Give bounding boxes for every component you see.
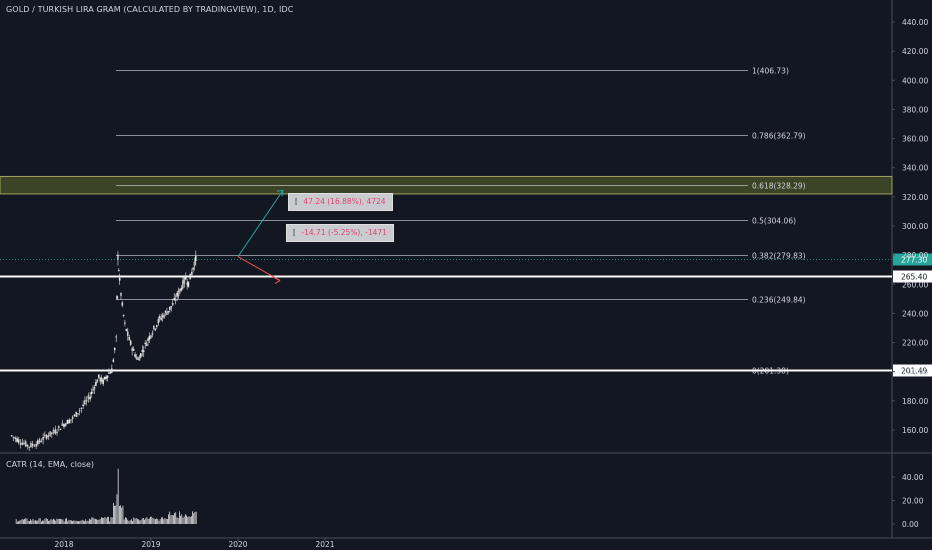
candle-body bbox=[184, 277, 187, 280]
background bbox=[0, 0, 932, 550]
candle-body bbox=[112, 359, 115, 362]
candle-body bbox=[102, 379, 104, 385]
fib-level-label: 1(406.73) bbox=[752, 67, 789, 76]
candle-body bbox=[17, 439, 20, 443]
candle-body bbox=[161, 315, 164, 318]
y-tick-label: 300.00 bbox=[902, 222, 928, 231]
candle-body bbox=[73, 414, 76, 416]
y-tick-label: 220.00 bbox=[902, 339, 928, 348]
candle-body bbox=[59, 428, 62, 430]
candle-body bbox=[195, 255, 197, 262]
x-tick-label: 2021 bbox=[315, 540, 334, 549]
y-tick-label: 260.00 bbox=[902, 280, 928, 289]
candle-body bbox=[132, 349, 135, 351]
candle-body bbox=[169, 306, 171, 311]
candle-body bbox=[116, 295, 118, 299]
candle-body bbox=[28, 446, 31, 448]
measure-down-box[interactable]: ⫿ -14.71 (-5.25%), -1471 bbox=[286, 224, 394, 242]
fib-level-label: 0.236(249.84) bbox=[752, 296, 806, 305]
y-tick-label: 440.00 bbox=[902, 18, 928, 27]
y-tick-label: 320.00 bbox=[902, 193, 928, 202]
fib-level-label: 0.618(328.29) bbox=[752, 182, 806, 191]
candle-body bbox=[164, 311, 167, 313]
y-tick-label: 400.00 bbox=[902, 76, 928, 85]
measure-icon: ⫿ bbox=[295, 197, 298, 206]
x-tick-label: 2019 bbox=[141, 540, 160, 549]
candle-body bbox=[26, 444, 29, 447]
candle-body bbox=[40, 441, 43, 443]
candle-body bbox=[51, 432, 53, 434]
candle-body bbox=[187, 281, 190, 287]
candle-body bbox=[134, 354, 136, 357]
y-tick-label: 160.00 bbox=[902, 426, 928, 435]
candle-body bbox=[90, 391, 93, 394]
candle-body bbox=[140, 353, 142, 358]
candle-body bbox=[109, 372, 112, 374]
indicator-title: CATR (14, EMA, close) bbox=[6, 460, 95, 469]
x-tick-label: 2020 bbox=[228, 540, 247, 549]
candle-body bbox=[66, 419, 69, 425]
candle-body bbox=[129, 340, 132, 345]
candle-body bbox=[16, 438, 18, 442]
candle-body bbox=[89, 396, 91, 400]
chart-title: GOLD / TURKISH LIRA GRAM (CALCULATED BY … bbox=[6, 5, 294, 14]
y-tick-label: 380.00 bbox=[902, 105, 928, 114]
candle-body bbox=[45, 435, 48, 439]
candle-body bbox=[176, 293, 178, 297]
candle-body bbox=[103, 376, 106, 380]
x-tick-label: 2018 bbox=[54, 540, 73, 549]
candle-body bbox=[78, 410, 81, 412]
candle-body bbox=[125, 328, 128, 331]
candle-body bbox=[167, 311, 170, 313]
candle-body bbox=[147, 338, 149, 341]
fib-level-label: 0.5(304.06) bbox=[752, 217, 796, 226]
candle-body bbox=[19, 443, 22, 445]
candle-body bbox=[158, 316, 161, 319]
candle-body bbox=[44, 434, 46, 436]
candle-body bbox=[148, 335, 151, 340]
candle-body bbox=[68, 419, 71, 424]
candle-body bbox=[70, 419, 72, 421]
indicator-y-tick-label: 0.00 bbox=[902, 520, 919, 529]
candle-body bbox=[186, 283, 188, 285]
candle-body bbox=[113, 348, 116, 351]
y-tick-label: 240.00 bbox=[902, 309, 928, 318]
fib-level-label: 0.382(279.83) bbox=[752, 252, 806, 261]
candle-body bbox=[144, 342, 147, 344]
indicator-y-tick-label: 40.00 bbox=[902, 473, 924, 482]
candle-body bbox=[14, 437, 17, 439]
y-tick-label: 200.00 bbox=[902, 368, 928, 377]
chart-canvas: 1(406.73) 0.786(362.79) 0.618(328.29) 0.5(3… bbox=[0, 0, 932, 550]
candle-body bbox=[124, 322, 126, 324]
candle-body bbox=[82, 404, 84, 407]
candle-body bbox=[106, 375, 109, 378]
candle-body bbox=[95, 382, 97, 386]
candle-body bbox=[173, 298, 176, 300]
candle-body bbox=[118, 278, 121, 281]
candle-body bbox=[63, 424, 65, 427]
y-tick-label: 360.00 bbox=[902, 135, 928, 144]
measure-up-box[interactable]: ⫿ 47.24 (16.88%), 4724 bbox=[288, 193, 393, 211]
candle-body bbox=[160, 317, 162, 320]
candle-body bbox=[142, 350, 145, 352]
y-tick-label: 420.00 bbox=[902, 47, 928, 56]
candle-body bbox=[80, 407, 83, 409]
measure-down-label: -14.71 (-5.25%), -1471 bbox=[301, 228, 387, 237]
candle-body bbox=[121, 302, 124, 306]
y-tick-label: 280.00 bbox=[902, 251, 928, 260]
candle-body bbox=[180, 287, 183, 291]
candle-body bbox=[105, 376, 107, 379]
y-tick-label: 340.00 bbox=[902, 164, 928, 173]
fib-level-label: 0.786(362.79) bbox=[752, 132, 806, 141]
measure-up-label: 47.24 (16.88%), 4724 bbox=[303, 197, 386, 206]
y-tick-label: 180.00 bbox=[902, 397, 928, 406]
candle-body bbox=[31, 444, 34, 446]
indicator-y-tick-label: 20.00 bbox=[902, 497, 924, 506]
candle-body bbox=[37, 440, 39, 445]
candle-body bbox=[97, 374, 100, 378]
candle-body bbox=[92, 389, 94, 391]
measure-icon: ⫿ bbox=[293, 228, 296, 237]
